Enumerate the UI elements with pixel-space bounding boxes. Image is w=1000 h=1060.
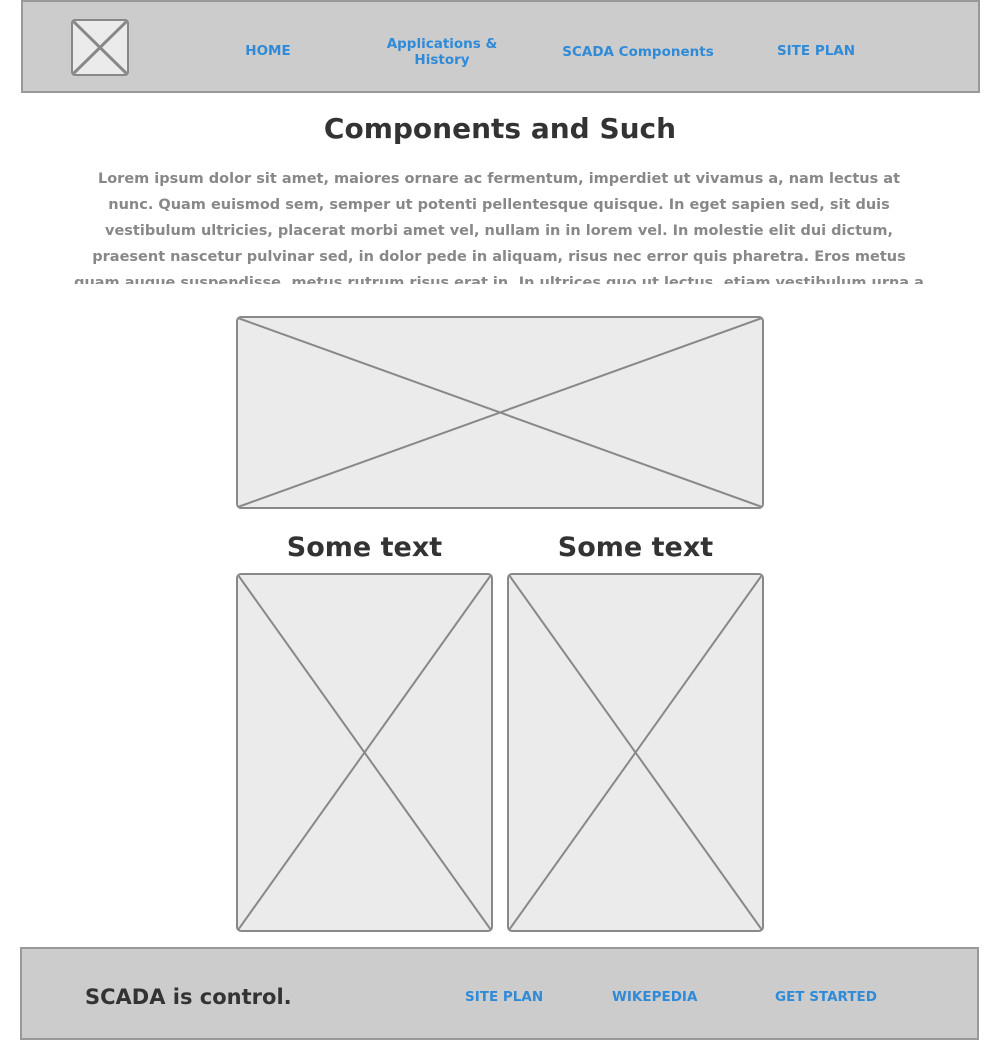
intro-paragraph: Lorem ipsum dolor sit amet, maiores orna…: [74, 166, 924, 284]
footer-site-plan-link[interactable]: SITE PLAN: [465, 989, 543, 1005]
nav-applications-history-link[interactable]: Applications & History: [379, 36, 505, 68]
nav-scada-components-link[interactable]: SCADA Components: [559, 44, 717, 60]
nav-home-link[interactable]: HOME: [223, 43, 313, 59]
footer-tagline: SCADA is control.: [85, 985, 292, 1009]
footer-get-started-link[interactable]: GET STARTED: [775, 989, 877, 1005]
page-title: Components and Such: [323, 112, 677, 145]
logo-image-placeholder-icon[interactable]: [71, 19, 129, 76]
left-image-placeholder: [236, 573, 493, 932]
image-placeholder-icon: [238, 318, 762, 507]
intro-text: Lorem ipsum dolor sit amet, maiores orna…: [74, 171, 924, 284]
column-title-left: Some text: [286, 532, 443, 563]
footer-wikipedia-link[interactable]: WIKEPEDIA: [612, 989, 697, 1005]
image-placeholder-icon: [509, 575, 762, 930]
image-placeholder-icon: [73, 21, 127, 74]
column-title-right: Some text: [557, 532, 714, 563]
site-header: HOME Applications & History SCADA Compon…: [21, 0, 980, 93]
image-placeholder-icon: [238, 575, 491, 930]
right-image-placeholder: [507, 573, 764, 932]
nav-site-plan-link[interactable]: SITE PLAN: [763, 43, 869, 59]
hero-image-placeholder: [236, 316, 764, 509]
site-footer: SCADA is control. SITE PLAN WIKEPEDIA GE…: [20, 947, 979, 1040]
